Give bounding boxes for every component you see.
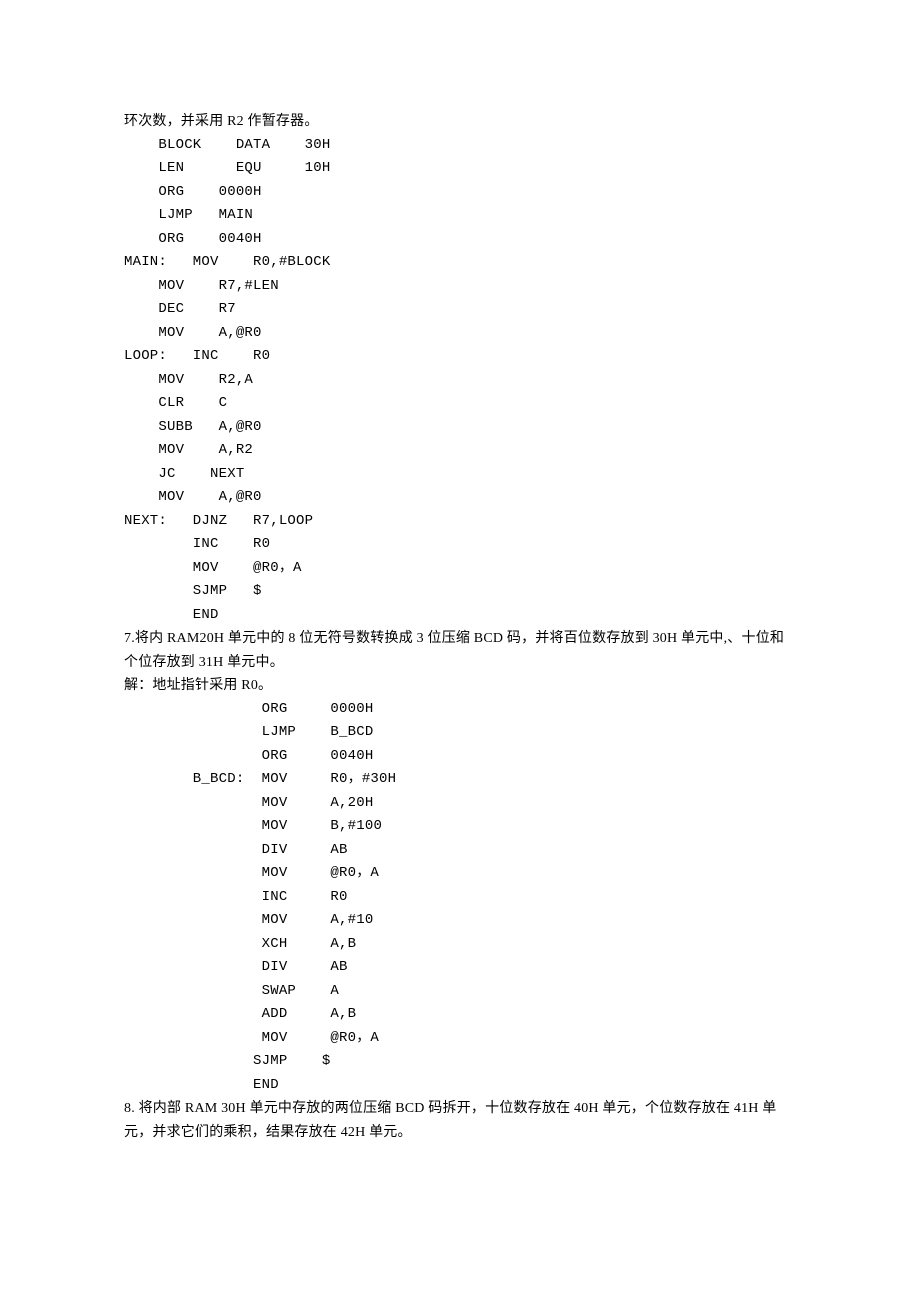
code-line: ORG 0000H <box>124 698 796 722</box>
text-line: 7.将内 RAM20H 单元中的 8 位无符号数转换成 3 位压缩 BCD 码，… <box>124 627 796 674</box>
code-line: END <box>124 1074 796 1098</box>
code-line: BLOCK DATA 30H <box>124 134 796 158</box>
code-line: MOV @R0，A <box>124 1027 796 1051</box>
code-line: SJMP $ <box>124 1050 796 1074</box>
code-line: DIV AB <box>124 839 796 863</box>
code-line: MOV B,#100 <box>124 815 796 839</box>
code-line: SWAP A <box>124 980 796 1004</box>
code-line: ORG 0040H <box>124 745 796 769</box>
code-line: MOV A,@R0 <box>124 322 796 346</box>
code-line: ORG 0040H <box>124 228 796 252</box>
code-line: INC R0 <box>124 886 796 910</box>
text-line: 环次数，并采用 R2 作暂存器。 <box>124 110 796 134</box>
code-line: MOV R2,A <box>124 369 796 393</box>
code-line: XCH A,B <box>124 933 796 957</box>
code-line: INC R0 <box>124 533 796 557</box>
code-line: MOV A,R2 <box>124 439 796 463</box>
code-line: MOV R7,#LEN <box>124 275 796 299</box>
code-line: LOOP: INC R0 <box>124 345 796 369</box>
code-line: MOV A,20H <box>124 792 796 816</box>
code-line: LJMP B_BCD <box>124 721 796 745</box>
code-line: END <box>124 604 796 628</box>
code-line: MOV A,#10 <box>124 909 796 933</box>
code-line: CLR C <box>124 392 796 416</box>
code-line: B_BCD: MOV R0，#30H <box>124 768 796 792</box>
document-page: 环次数，并采用 R2 作暂存器。 BLOCK DATA 30H LEN EQU … <box>0 0 920 1302</box>
code-line: MOV @R0，A <box>124 862 796 886</box>
code-line: SUBB A,@R0 <box>124 416 796 440</box>
text-line: 解：地址指针采用 R0。 <box>124 674 796 698</box>
code-line: JC NEXT <box>124 463 796 487</box>
code-line: DIV AB <box>124 956 796 980</box>
code-line: NEXT: DJNZ R7,LOOP <box>124 510 796 534</box>
code-line: LEN EQU 10H <box>124 157 796 181</box>
code-line: MOV @R0，A <box>124 557 796 581</box>
code-line: MAIN: MOV R0,#BLOCK <box>124 251 796 275</box>
code-line: ORG 0000H <box>124 181 796 205</box>
code-line: SJMP $ <box>124 580 796 604</box>
text-line: 8. 将内部 RAM 30H 单元中存放的两位压缩 BCD 码拆开，十位数存放在… <box>124 1097 796 1144</box>
code-line: DEC R7 <box>124 298 796 322</box>
code-line: MOV A,@R0 <box>124 486 796 510</box>
code-line: ADD A,B <box>124 1003 796 1027</box>
code-line: LJMP MAIN <box>124 204 796 228</box>
